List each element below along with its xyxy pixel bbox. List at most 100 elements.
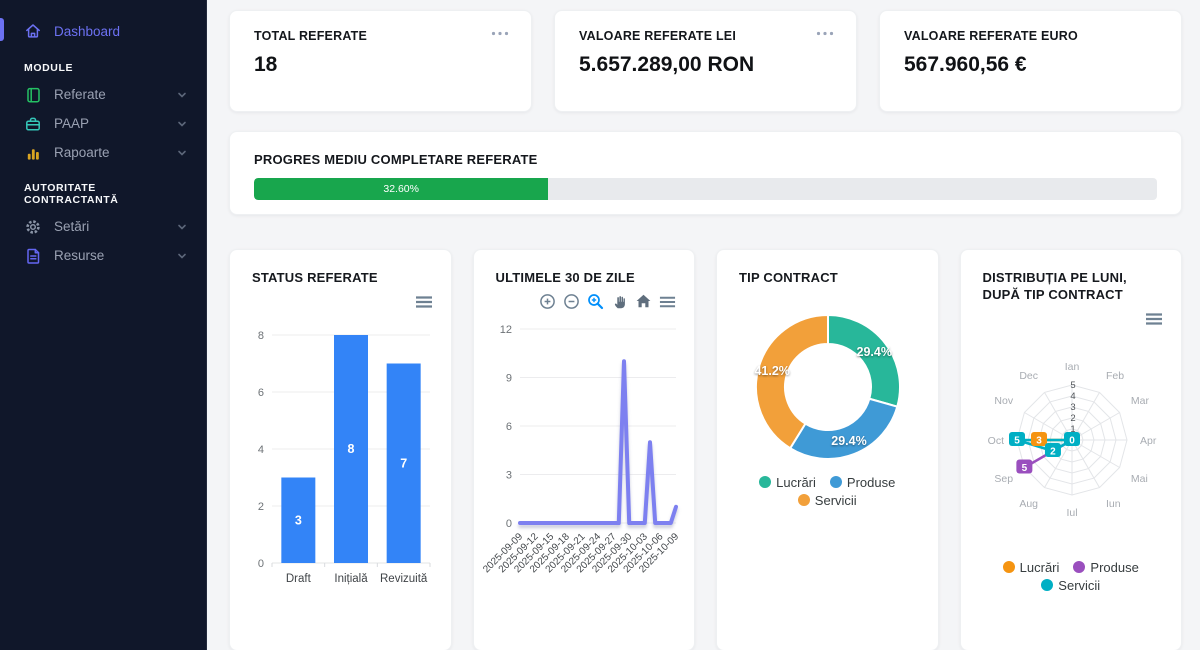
legend-item-produse[interactable]: Produse [830, 475, 895, 490]
legend-item-lucrări[interactable]: Lucrări [759, 475, 816, 490]
ellipsis-menu-icon[interactable] [491, 31, 509, 36]
svg-text:9: 9 [505, 372, 511, 384]
stat-value: 5.657.289,00 RON [579, 53, 832, 77]
svg-text:Dec: Dec [1019, 370, 1038, 382]
sidebar-section-authority: AUTORITATE CONTRACTANTĂ [0, 182, 206, 206]
legend-dot-icon [798, 494, 810, 506]
progress-card: PROGRES MEDIU COMPLETARE REFERATE 32.60% [229, 131, 1182, 215]
svg-text:8: 8 [348, 442, 355, 456]
pan-icon[interactable] [611, 293, 628, 310]
sidebar-item-label: Referate [54, 87, 164, 102]
svg-text:Ian: Ian [1064, 361, 1079, 373]
legend-item-servicii[interactable]: Servicii [798, 493, 857, 508]
sidebar: Dashboard MODULE Referate PAAP Rapoarte … [0, 0, 207, 650]
chart-card-distributie-luni: DISTRIBUȚIA PE LUNI, DUPĂ TIP CONTRACT I… [960, 249, 1183, 650]
svg-text:Aug: Aug [1019, 498, 1038, 510]
svg-text:Oct: Oct [987, 435, 1003, 447]
progress-percent-label: 32.60% [383, 183, 419, 195]
chart-card-status-referate: STATUS REFERATE 024683Draft8Inițială7Rev… [229, 249, 452, 650]
donut-legend: Lucrări Produse Servicii [733, 475, 922, 508]
legend-label: Produse [847, 475, 895, 490]
svg-text:3: 3 [505, 469, 511, 481]
stats-row: TOTAL REFERATE 18 VALOARE REFERATE LEI 5… [229, 10, 1182, 112]
stat-value: 18 [254, 53, 507, 77]
svg-text:Feb: Feb [1106, 370, 1124, 382]
chart-card-ultimele-30-zile: ULTIMELE 30 DE ZILE 0369122025-09-092025… [473, 249, 696, 650]
legend-item-produse[interactable]: Produse [1073, 560, 1138, 575]
chevron-down-icon [176, 147, 188, 159]
zoom-out-icon[interactable] [563, 293, 580, 310]
chart-menu [979, 312, 1164, 328]
sidebar-item-paap[interactable]: PAAP [0, 110, 206, 137]
sidebar-item-referate[interactable]: Referate [0, 81, 206, 108]
svg-text:0: 0 [1069, 435, 1075, 446]
briefcase-icon [24, 115, 42, 133]
chart-title: DISTRIBUȚIA PE LUNI, DUPĂ TIP CONTRACT [977, 270, 1166, 304]
svg-text:8: 8 [258, 330, 264, 342]
svg-text:2: 2 [1050, 446, 1056, 457]
svg-text:Apr: Apr [1140, 435, 1157, 447]
svg-text:2: 2 [1070, 413, 1075, 424]
sidebar-item-setari[interactable]: Setări [0, 213, 206, 240]
svg-text:Draft: Draft [286, 573, 312, 585]
stat-value: 567.960,56 € [904, 53, 1157, 77]
sidebar-item-rapoarte[interactable]: Rapoarte [0, 139, 206, 166]
dashboard-app: Dashboard MODULE Referate PAAP Rapoarte … [0, 0, 1200, 650]
menu-icon[interactable] [659, 295, 676, 309]
chart-card-tip-contract: TIP CONTRACT 29.4%29.4%41.2% LucrăriProd… [716, 249, 939, 650]
stat-card-total-referate: TOTAL REFERATE 18 [229, 10, 532, 112]
bar-chart[interactable]: 024683Draft8Inițială7Revizuită [246, 311, 436, 595]
selection-zoom-icon[interactable] [587, 293, 604, 310]
legend-dot-icon [1073, 561, 1085, 573]
menu-icon[interactable] [1145, 312, 1163, 326]
svg-text:5: 5 [1014, 435, 1020, 446]
chart-toolbar [492, 293, 677, 311]
svg-text:7: 7 [400, 456, 407, 470]
sidebar-item-resurse[interactable]: Resurse [0, 242, 206, 269]
svg-text:5: 5 [1070, 380, 1075, 391]
stat-card-valoare-euro: VALOARE REFERATE EURO 567.960,56 € [879, 10, 1182, 112]
main-content: TOTAL REFERATE 18 VALOARE REFERATE LEI 5… [207, 0, 1200, 650]
svg-text:Revizuită: Revizuită [380, 573, 428, 585]
sidebar-item-dashboard[interactable]: Dashboard [0, 16, 206, 46]
svg-text:29.4%: 29.4% [831, 434, 866, 448]
svg-text:6: 6 [505, 421, 511, 433]
progress-bar-fill: 32.60% [254, 178, 548, 200]
sidebar-item-label: Setări [54, 219, 164, 234]
chevron-down-icon [176, 221, 188, 233]
svg-text:Mai: Mai [1130, 473, 1147, 485]
book-icon [24, 86, 42, 104]
legend-item-lucrări[interactable]: Lucrări [1003, 560, 1060, 575]
legend-dot-icon [830, 476, 842, 488]
progress-bar-track: 32.60% [254, 178, 1157, 200]
menu-icon[interactable] [415, 295, 433, 309]
home-icon [24, 22, 42, 40]
active-indicator [0, 18, 4, 41]
sidebar-item-label: Dashboard [54, 24, 188, 39]
sidebar-item-label: Resurse [54, 248, 164, 263]
bar-chart-icon [24, 144, 42, 162]
svg-text:6: 6 [258, 387, 264, 399]
stat-title: VALOARE REFERATE LEI [579, 29, 832, 43]
line-chart[interactable]: 0369122025-09-092025-09-122025-09-152025… [490, 311, 680, 601]
svg-text:0: 0 [258, 558, 264, 570]
radar-chart[interactable]: IanFebMarAprMaiIunIulAugSepOctNovDec5432… [977, 328, 1167, 536]
legend-item-servicii[interactable]: Servicii [1041, 578, 1100, 593]
charts-row: STATUS REFERATE 024683Draft8Inițială7Rev… [229, 249, 1182, 650]
donut-chart[interactable]: 29.4%29.4%41.2% [733, 309, 923, 461]
chevron-down-icon [176, 250, 188, 262]
zoom-in-icon[interactable] [539, 293, 556, 310]
legend-label: Lucrări [776, 475, 816, 490]
svg-text:12: 12 [499, 324, 511, 336]
svg-text:Iul: Iul [1066, 507, 1077, 519]
reset-zoom-home-icon[interactable] [635, 293, 652, 310]
svg-text:Sep: Sep [994, 473, 1013, 485]
ellipsis-menu-icon[interactable] [816, 31, 834, 36]
svg-text:5: 5 [1021, 463, 1027, 474]
svg-text:Iun: Iun [1106, 498, 1121, 510]
chart-title: STATUS REFERATE [246, 270, 435, 287]
legend-dot-icon [1041, 579, 1053, 591]
stat-title: VALOARE REFERATE EURO [904, 29, 1157, 43]
svg-text:3: 3 [1036, 435, 1042, 446]
file-icon [24, 247, 42, 265]
